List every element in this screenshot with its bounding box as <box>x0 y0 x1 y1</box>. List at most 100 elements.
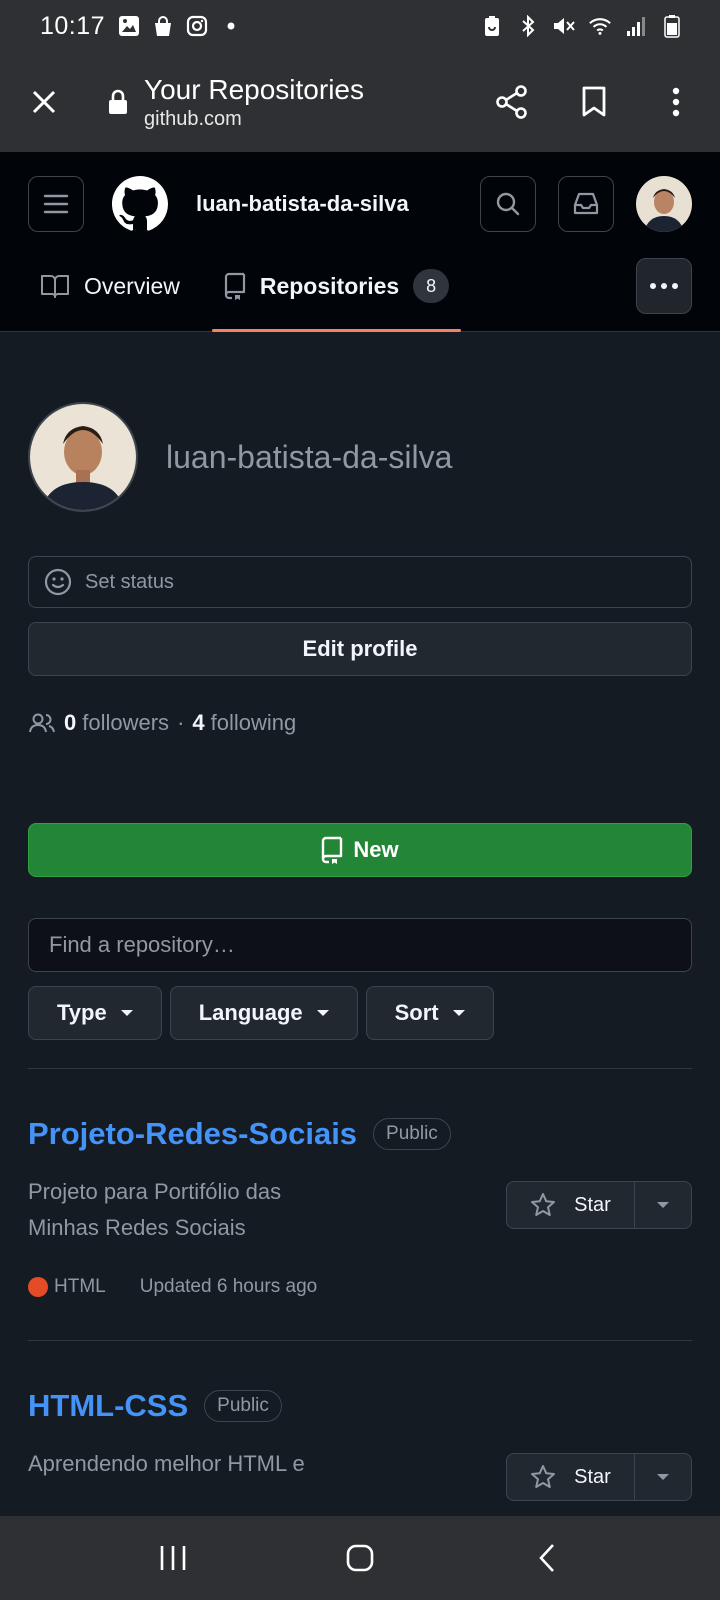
smiley-icon <box>44 568 72 596</box>
instagram-icon <box>185 14 209 38</box>
chevron-down-icon <box>120 1010 133 1016</box>
repository-language: HTML <box>54 1276 106 1297</box>
people-icon <box>29 713 55 733</box>
repository-description: Projeto para Portifólio das Minhas Redes… <box>28 1179 282 1240</box>
new-repository-button[interactable]: New <box>28 823 692 877</box>
back-button[interactable] <box>517 1528 577 1588</box>
divider <box>28 1068 692 1069</box>
profile-header: luan-batista-da-silva <box>28 402 452 512</box>
page-url: github.com <box>144 107 242 130</box>
hamburger-menu-button[interactable] <box>28 176 84 232</box>
lock-icon <box>108 88 130 116</box>
set-status-button[interactable]: Set status <box>28 556 692 608</box>
type-filter-label: Type <box>57 1000 107 1025</box>
star-button[interactable]: Star <box>507 1454 635 1500</box>
github-header: luan-batista-da-silva Overview Repositor… <box>0 152 720 332</box>
following-label[interactable]: following <box>211 710 297 736</box>
chevron-down-icon <box>452 1010 465 1016</box>
chevron-down-icon <box>657 1474 669 1480</box>
edit-profile-button[interactable]: Edit profile <box>28 622 692 676</box>
main-content: luan-batista-da-silva Set status Edit pr… <box>0 332 720 1516</box>
tab-repositories[interactable]: Repositories 8 <box>211 258 462 332</box>
repo-icon <box>322 836 343 864</box>
back-icon <box>538 1544 554 1572</box>
language-color-dot <box>28 1277 48 1297</box>
hamburger-icon <box>43 194 69 214</box>
repository-filters: Type Language Sort <box>28 986 494 1040</box>
signal-icon <box>624 14 648 38</box>
bluetooth-icon <box>516 14 540 38</box>
dot-icon <box>219 14 243 38</box>
system-navigation-bar <box>0 1516 720 1600</box>
inbox-button[interactable] <box>558 176 614 232</box>
star-label: Star <box>574 1193 611 1216</box>
page-title: Your Repositories <box>144 73 364 105</box>
tab-overview-label: Overview <box>84 272 180 299</box>
find-repository-input[interactable] <box>28 918 692 972</box>
repo-icon <box>224 272 245 300</box>
repository-name[interactable]: Projeto-Redes-Sociais <box>28 1116 357 1152</box>
recent-apps-icon <box>161 1546 186 1570</box>
sort-filter-label: Sort <box>394 1000 439 1025</box>
home-icon <box>346 1544 374 1572</box>
book-icon <box>41 275 69 298</box>
tab-repositories-label: Repositories <box>259 272 400 299</box>
set-status-label: Set status <box>85 570 174 593</box>
battery-saver-icon <box>480 14 504 38</box>
star-icon <box>531 1465 556 1488</box>
language-filter-label: Language <box>198 1000 303 1025</box>
following-count[interactable]: 4 <box>192 710 204 736</box>
search-icon <box>496 192 520 216</box>
home-button[interactable] <box>330 1528 390 1588</box>
recent-apps-button[interactable] <box>143 1528 203 1588</box>
repository-name[interactable]: HTML-CSS <box>28 1388 188 1424</box>
chevron-down-icon <box>657 1202 669 1208</box>
more-tabs-button[interactable] <box>636 258 692 314</box>
mute-icon <box>552 14 576 38</box>
sort-filter-button[interactable]: Sort <box>365 986 494 1040</box>
profile-username: luan-batista-da-silva <box>166 438 453 475</box>
new-repository-label: New <box>353 837 399 862</box>
followers-count[interactable]: 0 <box>64 710 76 736</box>
status-time: 10:17 <box>40 11 106 40</box>
repositories-count-badge: 8 <box>413 269 450 303</box>
star-button[interactable]: Star <box>507 1182 635 1228</box>
star-label: Star <box>574 1465 611 1488</box>
repository-meta: HTML Updated 6 hours ago <box>28 1276 692 1298</box>
share-icon[interactable] <box>492 82 532 122</box>
browser-toolbar: Your Repositories github.com <box>0 52 720 152</box>
tab-overview[interactable]: Overview <box>28 258 192 314</box>
star-button-group: Star <box>506 1181 692 1229</box>
type-filter-button[interactable]: Type <box>28 986 162 1040</box>
repository-description: Aprendendo melhor HTML e <box>28 1451 305 1476</box>
followers-row: 0 followers · 4 following <box>28 710 296 736</box>
followers-label[interactable]: followers <box>82 710 169 736</box>
wifi-icon <box>588 14 612 38</box>
chevron-down-icon <box>316 1010 329 1016</box>
language-filter-button[interactable]: Language <box>169 986 358 1040</box>
visibility-badge: Public <box>373 1118 451 1150</box>
star-icon <box>531 1193 556 1216</box>
visibility-badge: Public <box>204 1390 282 1422</box>
repository-updated: Updated 6 hours ago <box>139 1276 318 1297</box>
shopping-bag-icon <box>151 14 175 38</box>
repository-item: Projeto-Redes-Sociais Public Projeto par… <box>28 1116 692 1298</box>
avatar[interactable] <box>636 176 692 232</box>
more-horizontal-icon <box>650 283 678 289</box>
github-logo-icon[interactable] <box>112 176 168 232</box>
divider <box>28 1340 692 1341</box>
bookmark-icon[interactable] <box>574 82 614 122</box>
follow-separator: · <box>177 710 185 735</box>
inbox-icon <box>573 192 599 215</box>
star-list-dropdown[interactable] <box>635 1182 691 1228</box>
star-button-group: Star <box>506 1453 692 1501</box>
search-button[interactable] <box>480 176 536 232</box>
header-username[interactable]: luan-batista-da-silva <box>196 191 409 217</box>
status-bar: 10:17 <box>0 0 720 52</box>
more-vertical-icon[interactable] <box>656 82 696 122</box>
profile-avatar[interactable] <box>28 402 138 512</box>
gallery-icon <box>117 14 141 38</box>
star-list-dropdown[interactable] <box>635 1454 691 1500</box>
battery-icon <box>660 14 684 38</box>
close-icon[interactable] <box>24 82 64 122</box>
